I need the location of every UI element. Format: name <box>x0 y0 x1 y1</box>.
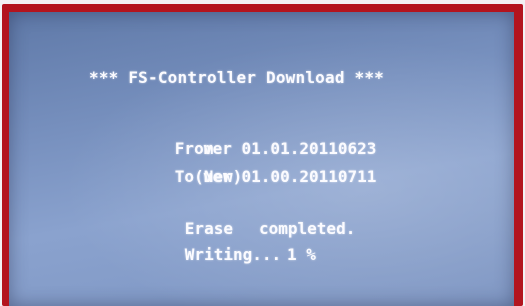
to-version-value: ver 01.00.20110711 <box>203 167 377 186</box>
download-title: *** FS-Controller Download *** <box>89 68 384 87</box>
device-screen: *** FS-Controller Download *** From ver 0… <box>9 12 514 306</box>
photo-frame: *** FS-Controller Download *** From ver 0… <box>0 0 525 306</box>
writing-progress-value: 1 % <box>287 245 316 264</box>
writing-label: Writing... <box>184 245 282 264</box>
to-version-row: To(New) ver 01.00.20110711 <box>117 148 377 205</box>
writing-status-row: Writing... 1 % <box>127 226 316 283</box>
